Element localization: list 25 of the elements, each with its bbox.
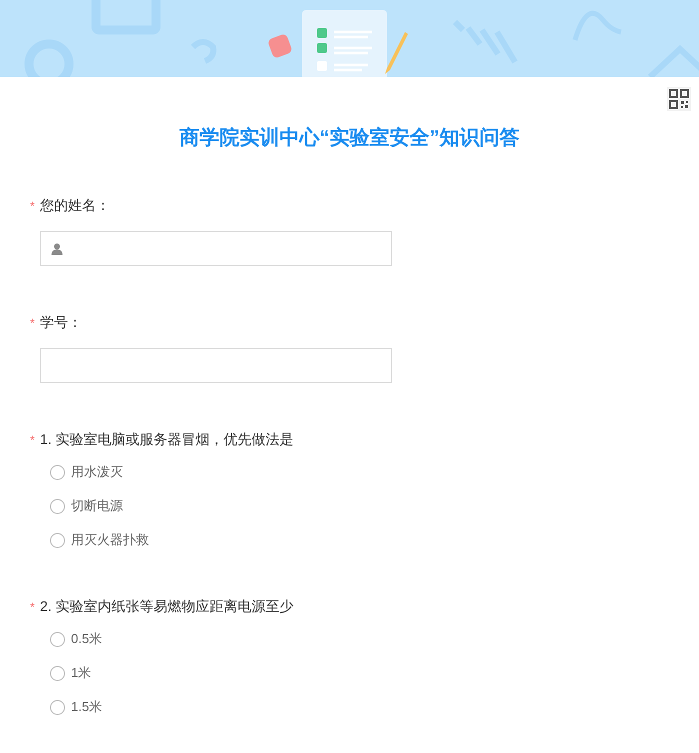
radio-option[interactable]: 切断电源 <box>50 496 699 516</box>
question-label: 学号： <box>40 313 82 332</box>
radio-button[interactable] <box>50 464 65 480</box>
input-field[interactable] <box>40 231 392 266</box>
survey-title: 商学院实训中心“实验室安全”知识问答 <box>178 126 520 151</box>
person-icon <box>51 242 63 254</box>
question-label: 1. 实验室电脑或服务器冒烟，优先做法是 <box>40 430 294 449</box>
required-mark: * <box>30 315 36 332</box>
required-mark: * <box>30 432 36 449</box>
radio-button[interactable] <box>50 532 65 548</box>
input-field[interactable] <box>40 348 392 383</box>
question-label: 您的姓名： <box>40 196 110 215</box>
radio-option[interactable]: 1.5米 <box>50 697 699 717</box>
radio-button[interactable] <box>50 498 65 514</box>
qr-code-icon[interactable] <box>667 87 691 111</box>
radio-button[interactable] <box>50 666 65 680</box>
radio-option[interactable]: 0.5米 <box>50 629 699 649</box>
radio-option[interactable]: 用水泼灭 <box>50 462 699 482</box>
question-label: 2. 实验室内纸张等易燃物应距离电源至少 <box>40 597 294 616</box>
radio-option[interactable]: 1米 <box>50 663 699 683</box>
radio-button[interactable] <box>50 700 65 714</box>
required-mark: * <box>30 198 36 215</box>
required-mark: * <box>30 599 36 616</box>
radio-option[interactable]: 用灭火器扑救 <box>50 530 699 550</box>
radio-button[interactable] <box>50 632 65 646</box>
